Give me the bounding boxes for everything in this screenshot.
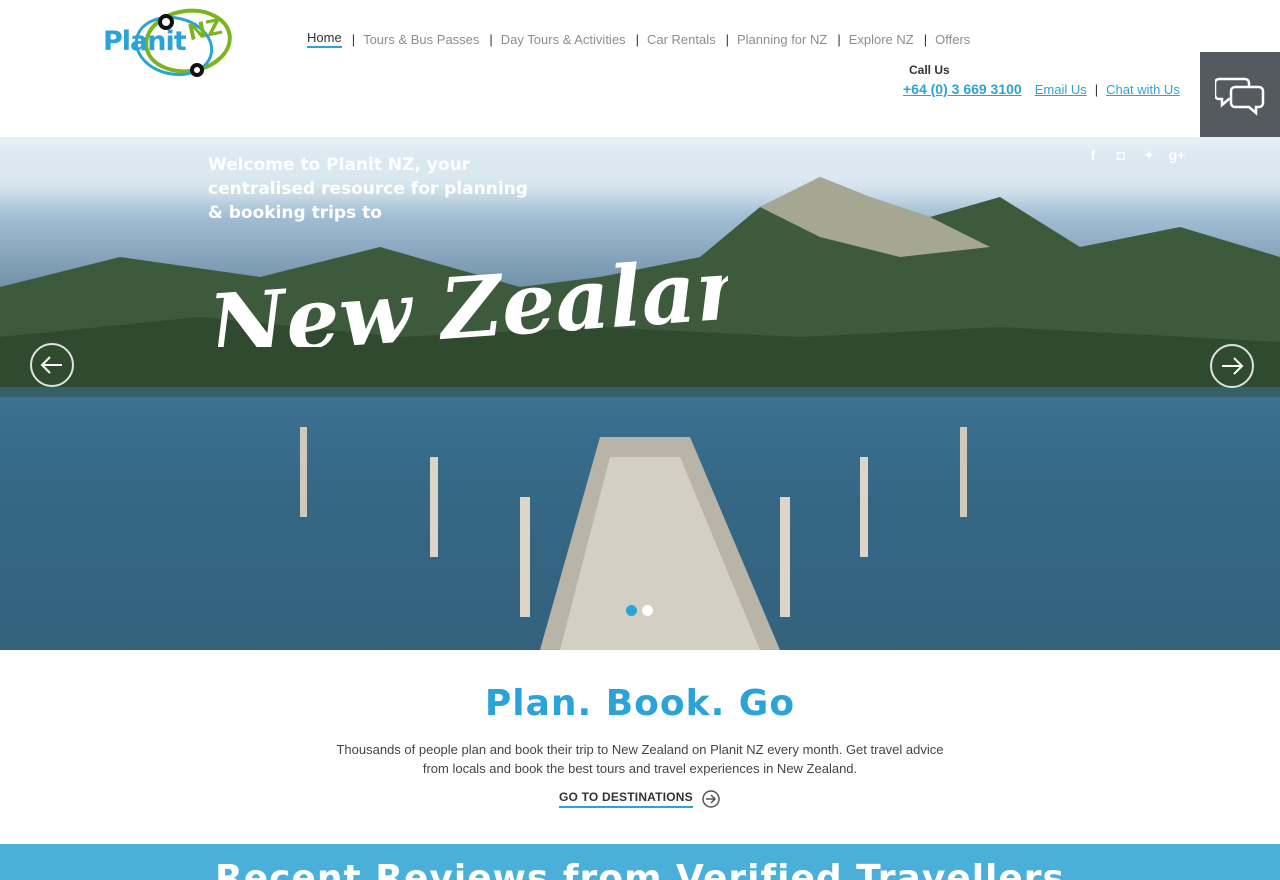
slider-dot-2[interactable]: [642, 605, 653, 616]
nav-separator: |: [837, 31, 841, 47]
nav-separator: |: [725, 31, 729, 47]
reviews-section: Recent Reviews from Verified Travellers: [0, 844, 1280, 880]
nav-explore[interactable]: Explore NZ: [849, 32, 914, 47]
main-nav: Home | Tours & Bus Passes | Day Tours & …: [307, 30, 970, 48]
arrow-right-icon: [1222, 357, 1244, 375]
slider-dots: [626, 605, 653, 616]
nav-offers[interactable]: Offers: [935, 32, 970, 47]
call-us-heading: Call Us: [909, 63, 950, 77]
nav-planning[interactable]: Planning for NZ: [737, 32, 827, 47]
site-header: Planit NZ Home | Tours & Bus Passes | Da…: [0, 0, 1280, 137]
nav-home[interactable]: Home: [307, 30, 342, 48]
reviews-title: Recent Reviews from Verified Travellers: [215, 858, 1065, 880]
contact-row: +64 (0) 3 669 3100 Email Us | Chat with …: [903, 81, 1180, 97]
slider-next-button[interactable]: [1210, 344, 1254, 388]
speech-bubbles-icon: [1215, 77, 1265, 116]
email-us-link[interactable]: Email Us: [1035, 82, 1087, 97]
hero-slider: Welcome to Planit NZ, your centralised r…: [0, 137, 1280, 650]
slider-prev-button[interactable]: [30, 343, 74, 387]
google-plus-icon[interactable]: g+: [1168, 146, 1186, 164]
logo-wordmark: Planit: [103, 26, 187, 57]
phone-link[interactable]: +64 (0) 3 669 3100: [903, 81, 1022, 97]
nav-separator: |: [351, 31, 356, 47]
social-links: f ◘ ✦ g+: [1084, 146, 1186, 164]
chat-with-us-link[interactable]: Chat with Us: [1106, 82, 1180, 97]
plan-book-go-title: Plan. Book. Go: [484, 683, 796, 724]
new-zealand-script-title: New Zealand: [208, 234, 728, 347]
planit-nz-logo[interactable]: Planit NZ: [100, 8, 240, 80]
go-to-destinations-link[interactable]: GO TO DESTINATIONS: [559, 789, 721, 809]
nav-tours-bus-passes[interactable]: Tours & Bus Passes: [363, 32, 479, 47]
plan-description: Thousands of people plan and book their …: [336, 742, 944, 776]
svg-text:New Zealand: New Zealand: [208, 234, 728, 347]
slider-dot-1[interactable]: [626, 605, 637, 616]
arrow-left-icon: [40, 356, 62, 374]
contact-separator: |: [1094, 81, 1099, 97]
nav-separator: |: [489, 31, 493, 47]
chat-widget-button[interactable]: [1200, 52, 1280, 137]
nav-car-rentals[interactable]: Car Rentals: [647, 32, 716, 47]
nav-separator: |: [635, 31, 639, 47]
go-to-destinations-label: GO TO DESTINATIONS: [559, 790, 693, 808]
nav-day-tours[interactable]: Day Tours & Activities: [501, 32, 626, 47]
circle-arrow-right-icon: [702, 790, 720, 808]
twitter-icon[interactable]: ✦: [1140, 146, 1158, 164]
facebook-icon[interactable]: f: [1084, 146, 1102, 164]
nav-separator: |: [923, 31, 928, 47]
instagram-icon[interactable]: ◘: [1112, 146, 1130, 164]
